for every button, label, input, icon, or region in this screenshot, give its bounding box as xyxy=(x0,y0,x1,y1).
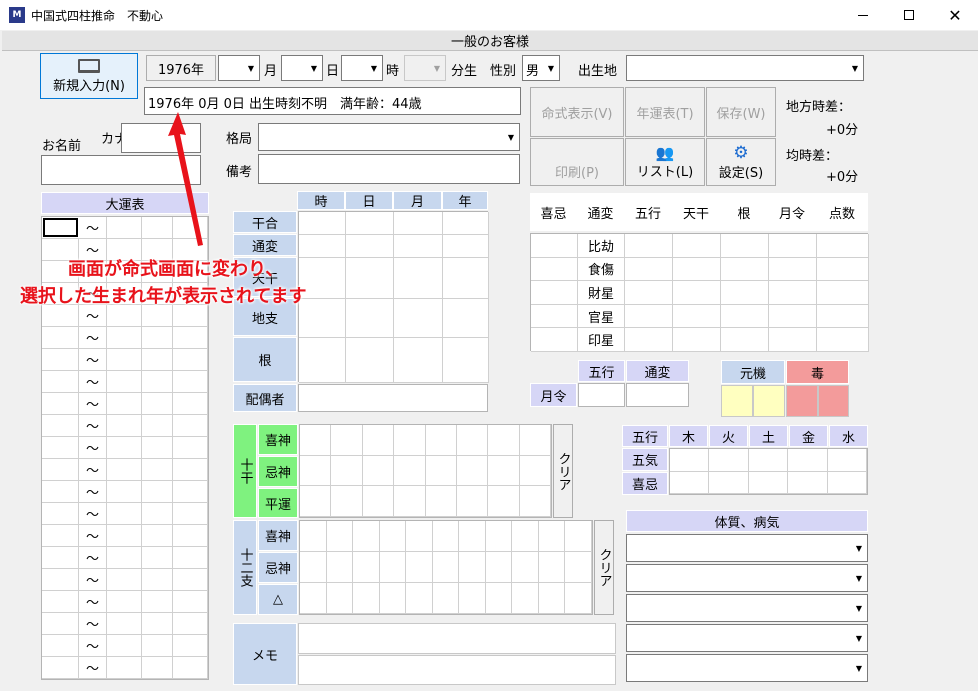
arrow-shape xyxy=(168,112,203,246)
annotation-text: 画面が命式画面に変わり、 選択した生まれ年が表示されてます xyxy=(20,256,420,310)
annotation-arrow xyxy=(168,112,203,246)
annotation-line-2: 選択した生まれ年が表示されてます xyxy=(20,286,307,307)
annotation-line-1: 画面が命式画面に変わり、 xyxy=(68,259,284,280)
